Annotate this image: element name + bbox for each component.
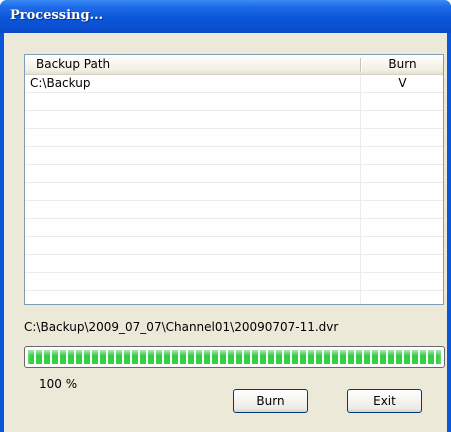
progress-bar: [24, 346, 445, 368]
window-title: Processing...: [10, 8, 104, 23]
progress-fill: [28, 350, 441, 364]
exit-button[interactable]: Exit: [347, 389, 422, 413]
progress-percent-label: 100 %: [39, 377, 78, 391]
progress-track: [28, 350, 441, 364]
empty-list-row: [25, 255, 443, 273]
backup-list[interactable]: Backup Path Burn C:\Backup V: [24, 54, 444, 305]
list-row[interactable]: C:\Backup V: [25, 75, 443, 93]
empty-list-row: [25, 219, 443, 237]
title-bar[interactable]: Processing...: [0, 0, 451, 33]
current-file-path: C:\Backup\2009_07_07\Channel01\20090707-…: [24, 320, 339, 334]
list-header: Backup Path Burn: [25, 55, 443, 75]
burn-button[interactable]: Burn: [233, 389, 308, 413]
empty-list-row: [25, 201, 443, 219]
empty-list-row: [25, 237, 443, 255]
dialog-client-area: Backup Path Burn C:\Backup V C:\Backup\2…: [4, 33, 447, 432]
empty-list-row: [25, 165, 443, 183]
processing-dialog: Processing... Backup Path Burn C:\Backup…: [0, 0, 451, 432]
empty-list-row: [25, 291, 443, 304]
row-burn-flag: V: [398, 76, 407, 90]
empty-list-row: [25, 183, 443, 201]
empty-list-row: [25, 147, 443, 165]
column-header-burn[interactable]: Burn: [362, 55, 443, 74]
empty-list-row: [25, 111, 443, 129]
empty-list-row: [25, 129, 443, 147]
list-rows: C:\Backup V: [25, 75, 443, 304]
row-path: C:\Backup: [30, 76, 91, 90]
column-header-backup-path[interactable]: Backup Path: [25, 55, 360, 74]
empty-list-row: [25, 93, 443, 111]
empty-list-row: [25, 273, 443, 291]
